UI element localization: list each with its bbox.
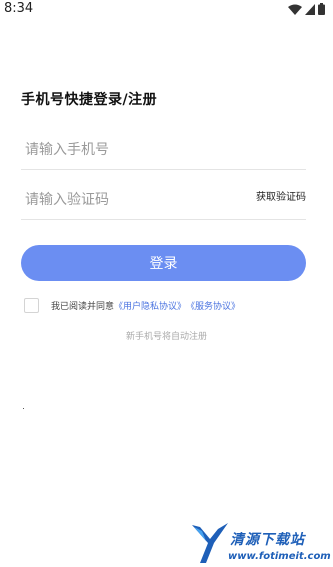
wifi-icon <box>288 4 302 15</box>
page-title: 手机号快捷登录/注册 <box>21 92 158 108</box>
privacy-policy-link[interactable]: 《用户隐私协议》 <box>114 299 186 312</box>
status-bar: 8:34 <box>0 0 333 18</box>
agreement-prefix: 我已阅读并同意 <box>51 301 115 312</box>
watermark-url: www.fotimeit.com <box>228 551 331 562</box>
status-icons <box>288 3 325 15</box>
battery-icon <box>318 3 325 15</box>
stray-dot <box>23 408 24 409</box>
login-button[interactable]: 登录 <box>21 245 306 281</box>
agreement-checkbox[interactable] <box>24 297 39 313</box>
service-agreement-link[interactable]: 《服务协议》 <box>186 299 240 312</box>
signal-icon <box>305 3 315 15</box>
auto-register-note: 新手机号将自动注册 <box>125 332 207 342</box>
verification-code-field: 获取验证码 <box>21 180 306 220</box>
status-time: 8:34 <box>4 1 34 16</box>
watermark-title: 清源下载站 <box>230 532 305 548</box>
watermark-logo-icon <box>190 521 230 567</box>
verification-code-input[interactable] <box>21 180 221 219</box>
phone-field <box>21 130 306 170</box>
agreement-row: 我已阅读并同意 《用户隐私协议》 《服务协议》 <box>24 297 240 313</box>
get-code-button[interactable]: 获取验证码 <box>256 188 306 203</box>
watermark: 清源下载站 www.fotimeit.com <box>190 521 331 567</box>
phone-input[interactable] <box>21 130 306 169</box>
